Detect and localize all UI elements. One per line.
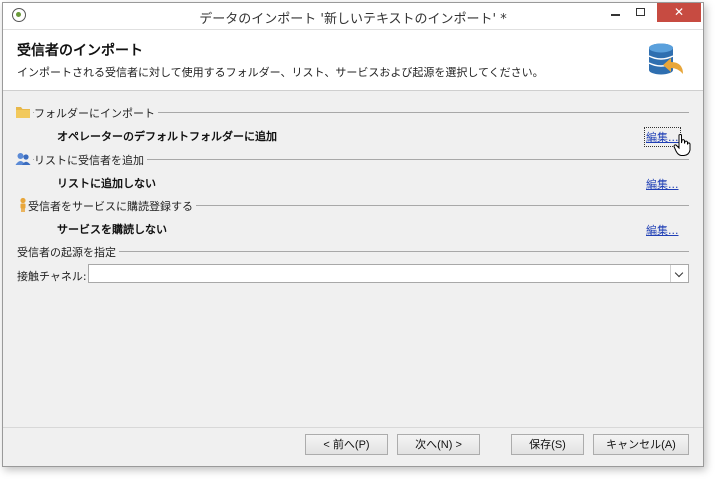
- users-icon: [15, 153, 31, 165]
- footer-divider: [3, 427, 703, 428]
- maximize-button[interactable]: [629, 3, 653, 23]
- service-value: サービスを購読しない: [57, 223, 167, 236]
- folder-value: オペレーターのデフォルトフォルダーに追加: [57, 130, 277, 143]
- close-button[interactable]: ✕: [657, 3, 701, 22]
- channel-select[interactable]: [88, 264, 689, 283]
- folder-section-label: フォルダーにインポート: [34, 105, 158, 121]
- origin-section-label: 受信者の起源を指定: [17, 244, 119, 260]
- cancel-button[interactable]: キャンセル(A): [593, 434, 689, 455]
- save-button[interactable]: 保存(S): [511, 434, 584, 455]
- title-bar[interactable]: データのインポート '新しいテキストのインポート' * ✕: [3, 3, 703, 30]
- page-subtitle: インポートされる受信者に対して使用するフォルダー、リスト、サービスおよび起源を選…: [17, 66, 544, 79]
- list-section-label: リストに受信者を追加: [34, 152, 147, 168]
- window-title: データのインポート '新しいテキストのインポート' *: [199, 12, 507, 27]
- chevron-down-icon[interactable]: [670, 265, 688, 282]
- import-dialog: データのインポート '新しいテキストのインポート' * ✕ 受信者のインポート …: [2, 2, 704, 467]
- list-edit-link[interactable]: 編集...: [646, 176, 679, 192]
- page-title: 受信者のインポート: [17, 43, 143, 59]
- channel-label: 接触チャネル:: [17, 270, 87, 283]
- list-value: リストに追加しない: [57, 177, 156, 190]
- folder-icon: [16, 107, 30, 118]
- minimize-button[interactable]: [603, 3, 627, 23]
- prev-button[interactable]: < 前へ(P): [305, 434, 388, 455]
- service-edit-link[interactable]: 編集...: [646, 222, 679, 238]
- hand-cursor-icon: [673, 134, 691, 156]
- next-button[interactable]: 次へ(N) >: [397, 434, 480, 455]
- dialog-header: 受信者のインポート インポートされる受信者に対して使用するフォルダー、リスト、サ…: [3, 30, 703, 91]
- database-import-icon: [648, 43, 683, 75]
- service-section-label: 受信者をサービスに購読登録する: [28, 198, 196, 214]
